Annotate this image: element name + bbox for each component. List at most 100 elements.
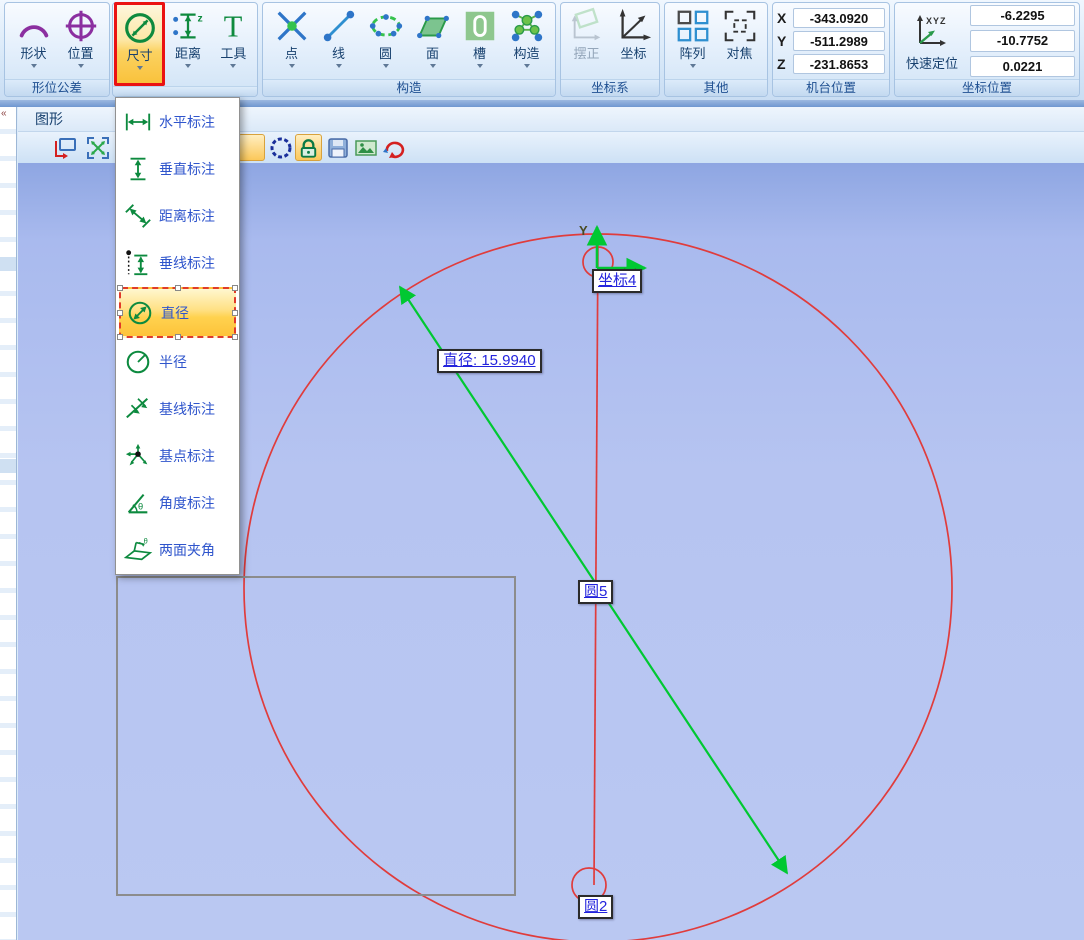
slot-button[interactable]: 槽 [456, 3, 503, 79]
fit-view-button[interactable] [84, 134, 111, 161]
array-button-label: 阵列 [679, 46, 705, 61]
menu-item-basepoint-dim[interactable]: 基点标注 [117, 433, 238, 480]
focus-button-label: 对焦 [726, 46, 752, 61]
menu-item-distance-dim[interactable]: 距离标注 [117, 193, 238, 240]
menu-item-perpendicular-dim[interactable]: 垂线标注 [117, 239, 238, 286]
circle-button[interactable]: 圆 [362, 3, 409, 79]
plane-icon [414, 6, 452, 46]
side-panel-section-divider [0, 459, 16, 473]
menu-item-dihedral-angle[interactable]: θ 两面夹角 [117, 526, 238, 573]
chevron-down-icon [690, 64, 696, 71]
chevron-down-icon [336, 64, 342, 71]
quick-locate-button[interactable]: XYZ 快速定位 [899, 5, 965, 77]
array-grid-icon [674, 6, 712, 46]
baseline-dim-icon [122, 394, 154, 424]
ribbon-group-position: XYZ 快速定位 -6.2295 -10.7752 0.0221 坐标位置 [894, 2, 1080, 97]
save-icon [325, 135, 351, 161]
hidden-highlighted-button[interactable] [238, 134, 265, 161]
focus-bracket-icon [721, 6, 759, 46]
chevron-down-icon [31, 64, 37, 71]
collapsed-side-panel[interactable]: « [0, 107, 17, 940]
menu-item-horizontal-dim[interactable]: 水平标注 [117, 99, 238, 146]
menu-item-label: 直径 [161, 303, 189, 323]
image-button[interactable] [352, 134, 379, 161]
machine-x-label: X [777, 10, 788, 26]
zoom-region-button[interactable] [51, 134, 78, 161]
collapse-chevron-icon[interactable]: « [1, 108, 7, 120]
focus-button[interactable]: 对焦 [716, 3, 763, 79]
plane-button[interactable]: 面 [409, 3, 456, 79]
chevron-down-icon [230, 64, 236, 71]
machine-x-value[interactable]: -343.0920 [793, 8, 885, 28]
align-button[interactable]: 摆正 [563, 3, 610, 79]
point-icon [273, 6, 311, 46]
group-label-construct: 构造 [263, 79, 555, 96]
chevron-down-icon [137, 66, 143, 73]
group-label-coordsys: 坐标系 [561, 79, 659, 96]
line-button-label: 线 [332, 46, 345, 61]
menu-item-label: 水平标注 [159, 112, 215, 132]
dimension-button[interactable]: 尺寸 [114, 2, 165, 86]
menu-item-diameter[interactable]: 直径 [119, 287, 236, 338]
save-button[interactable] [324, 134, 351, 161]
svg-text:θ: θ [138, 501, 143, 511]
dihedral-angle-icon: θ [122, 535, 154, 565]
line-button[interactable]: 线 [315, 3, 362, 79]
position-button-label: 位置 [67, 46, 93, 61]
menu-item-label: 两面夹角 [159, 540, 215, 560]
array-button[interactable]: 阵列 [669, 3, 716, 79]
y-axis-letter: Y [579, 223, 588, 238]
svg-text:XYZ: XYZ [926, 16, 947, 26]
menu-item-label: 基点标注 [159, 446, 215, 466]
distance-button-label: 距离 [175, 46, 201, 61]
tools-t-icon: T [214, 6, 252, 46]
menu-item-baseline-dim[interactable]: 基线标注 [117, 386, 238, 433]
diameter-circle-icon [121, 8, 159, 48]
shape-button[interactable]: 形状 [10, 3, 57, 79]
construct-button-label: 构造 [513, 46, 539, 61]
ribbon-group-dimension: 尺寸 z 距离 T 工具 [112, 2, 258, 97]
dotted-circle-button[interactable] [267, 134, 294, 161]
lock-button[interactable] [295, 134, 322, 161]
feature-label-diameter[interactable]: 直径: 15.9940 [437, 349, 542, 373]
circle-button-label: 圆 [379, 46, 392, 61]
plane-button-label: 面 [426, 46, 439, 61]
slot-icon [461, 6, 499, 46]
horizontal-dim-icon [122, 107, 154, 137]
tab-graphics[interactable]: 图形 [35, 111, 63, 127]
group-label-machine: 机台位置 [773, 79, 889, 96]
menu-item-label: 距离标注 [159, 206, 215, 226]
machine-z-value[interactable]: -231.8653 [793, 54, 885, 74]
chevron-down-icon [524, 64, 530, 71]
position-value-3[interactable]: 0.0221 [970, 56, 1075, 77]
menu-item-angle-dim[interactable]: θ 角度标注 [117, 479, 238, 526]
selection-handle [117, 285, 123, 291]
point-button[interactable]: 点 [268, 3, 315, 79]
lock-icon [296, 135, 321, 161]
tools-button[interactable]: T 工具 [211, 3, 256, 79]
menu-item-vertical-dim[interactable]: 垂直标注 [117, 146, 238, 193]
machine-y-value[interactable]: -511.2989 [793, 31, 885, 51]
machine-x-row: X -343.0920 [777, 8, 885, 28]
perpendicular-dim-icon [122, 248, 154, 278]
feature-label-coord4[interactable]: 坐标4 [592, 269, 642, 293]
rotate-button[interactable] [380, 134, 407, 161]
distance-button[interactable]: z 距离 [165, 3, 210, 79]
distance-dim-icon [122, 201, 154, 231]
group-label-gdt: 形位公差 [5, 79, 109, 96]
ribbon-group-coordsys: 摆正 坐标 坐标系 [560, 2, 660, 97]
align-square-icon [568, 6, 606, 46]
position-button[interactable]: 位置 [57, 3, 104, 79]
ribbon-group-other: 阵列 对焦 其他 [664, 2, 768, 97]
coordinate-button[interactable]: 坐标 [610, 3, 657, 79]
menu-item-radius[interactable]: 半径 [117, 339, 238, 386]
construct-button[interactable]: 构造 [503, 3, 550, 79]
radius-dim-icon [122, 347, 154, 377]
feature-label-circle2[interactable]: 圆2 [578, 895, 613, 919]
feature-label-circle5[interactable]: 圆5 [578, 580, 613, 604]
quick-locate-label: 快速定位 [906, 56, 958, 71]
position-value-1[interactable]: -6.2295 [970, 5, 1075, 26]
menu-item-label: 垂直标注 [159, 159, 215, 179]
position-value-2[interactable]: -10.7752 [970, 30, 1075, 51]
align-button-label: 摆正 [573, 46, 599, 61]
